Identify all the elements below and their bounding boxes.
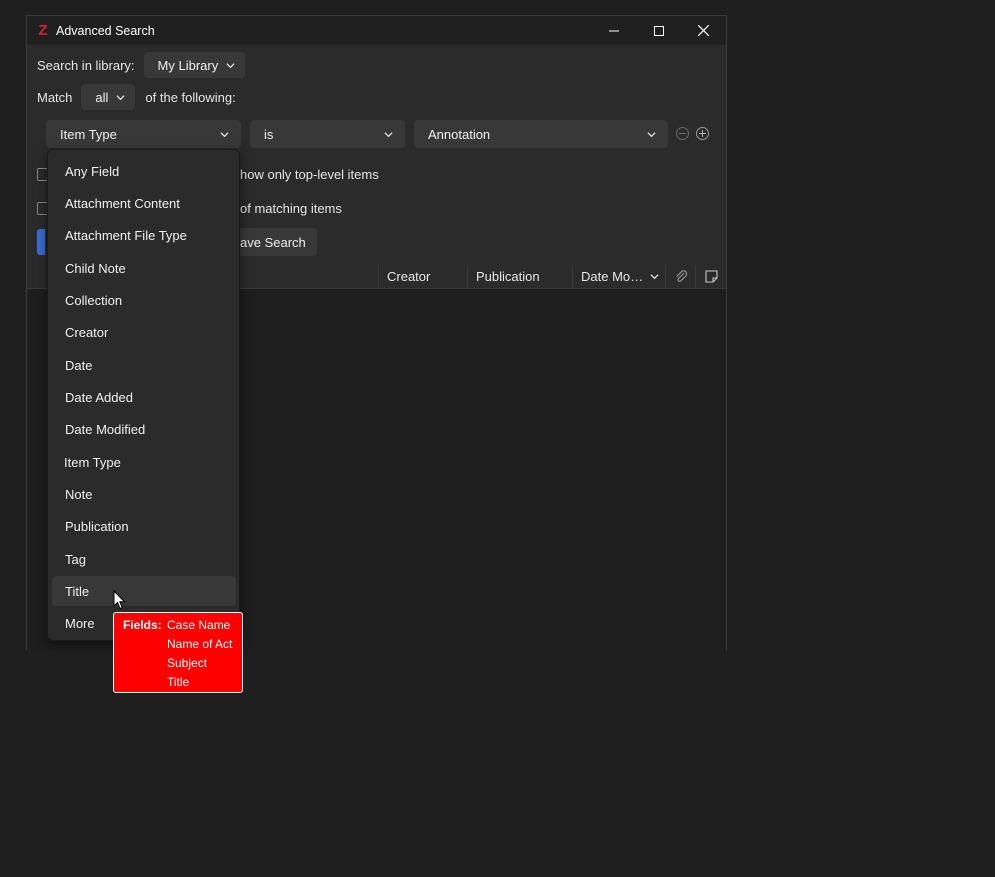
title-bar: Z Advanced Search [27,16,726,45]
menu-item-label: Title [65,583,90,599]
field-dropdown-menu: Any Field Attachment Content Attachment … [47,149,240,641]
menu-item-tag[interactable]: Tag [52,544,236,574]
column-notes[interactable] [695,265,726,288]
menu-item-collection[interactable]: Collection [52,285,236,315]
menu-item-date-added[interactable]: Date Added [52,382,236,412]
menu-item-label: Attachment File Type [65,227,187,243]
menu-item-label: Publication [65,518,129,534]
menu-item-label: More [65,615,95,631]
condition-field-value: Item Type [60,126,117,142]
match-suffix: of the following: [145,89,236,105]
fields-tooltip: Fields: Case Name Name of Act Subject Ti… [113,612,243,693]
tooltip-field: Subject [167,656,208,670]
menu-item-label: Tag [65,551,86,567]
menu-item-label: Collection [65,292,123,308]
paperclip-icon [675,269,687,282]
zotero-logo-icon: Z [38,21,48,39]
chevron-down-icon [226,62,235,68]
column-publication-label: Publication [476,269,540,284]
menu-item-creator[interactable]: Creator [52,317,236,347]
add-condition-button[interactable] [696,127,709,140]
minimize-icon [608,30,619,31]
library-dropdown[interactable]: My Library [143,52,246,78]
menu-item-label: Note [65,486,93,502]
column-attachments[interactable] [665,265,695,288]
save-search-label: ave Search [240,234,306,250]
tooltip-field: Name of Act [167,637,233,651]
condition-value: Annotation [428,126,491,142]
note-icon [704,270,718,283]
column-publication[interactable]: Publication [467,265,573,288]
condition-field-select[interactable]: Item Type [46,120,241,148]
top-level-label: how only top-level items [240,167,379,182]
menu-item-date[interactable]: Date [52,350,236,380]
match-label: Match [37,89,73,105]
menu-item-item-type[interactable]: Item Type [52,447,236,477]
close-button[interactable] [681,16,726,45]
chevron-down-icon [384,131,393,137]
menu-item-title[interactable]: Title [52,576,236,606]
maximize-icon [653,25,664,36]
maximize-button[interactable] [636,16,681,45]
menu-item-label: Item Type [64,454,121,470]
window-title: Advanced Search [56,23,155,38]
column-date-modified-label: Date Mo… [581,269,644,284]
menu-item-label: Date Modified [65,421,146,437]
mouse-cursor-icon [113,590,126,610]
condition-value-select[interactable]: Annotation [414,120,668,148]
menu-item-label: Any Field [65,163,120,179]
chevron-down-icon [647,131,656,137]
menu-item-label: Child Note [65,260,126,276]
chevron-down-icon [116,94,125,100]
sort-chevron-icon [650,274,659,280]
search-button[interactable] [37,229,45,255]
menu-item-any-field[interactable]: Any Field [52,156,236,186]
column-creator-label: Creator [387,269,431,284]
close-icon [698,25,709,36]
library-value: My Library [157,57,219,73]
menu-item-label: Date [65,357,93,373]
tooltip-field: Title [167,675,190,689]
tooltip-label: Fields: [123,618,162,632]
tooltip-field: Case Name [167,618,231,632]
minimize-button[interactable] [591,16,636,45]
menu-item-publication[interactable]: Publication [52,511,236,541]
match-dropdown[interactable]: all [81,84,136,110]
menu-item-attachment-content[interactable]: Attachment Content [52,188,236,218]
minus-icon [679,133,686,134]
plus-icon [699,130,706,137]
menu-item-label: Creator [65,324,109,340]
column-date-modified[interactable]: Date Mo… [572,265,665,288]
match-value: all [95,89,109,105]
save-search-button[interactable]: ave Search [227,228,317,256]
chevron-down-icon [220,131,229,137]
remove-condition-button[interactable] [676,127,689,140]
menu-item-child-note[interactable]: Child Note [52,253,236,283]
matching-items-label: of matching items [240,201,342,216]
search-in-label: Search in library: [37,57,135,73]
menu-item-note[interactable]: Note [52,479,236,509]
condition-operator-select[interactable]: is [250,120,405,148]
condition-operator-value: is [264,126,274,142]
column-creator[interactable]: Creator [378,265,468,288]
menu-item-label: Attachment Content [65,195,180,211]
menu-item-label: Date Added [65,389,133,405]
menu-item-date-modified[interactable]: Date Modified [52,414,236,444]
menu-item-attachment-file-type[interactable]: Attachment File Type [52,220,236,250]
